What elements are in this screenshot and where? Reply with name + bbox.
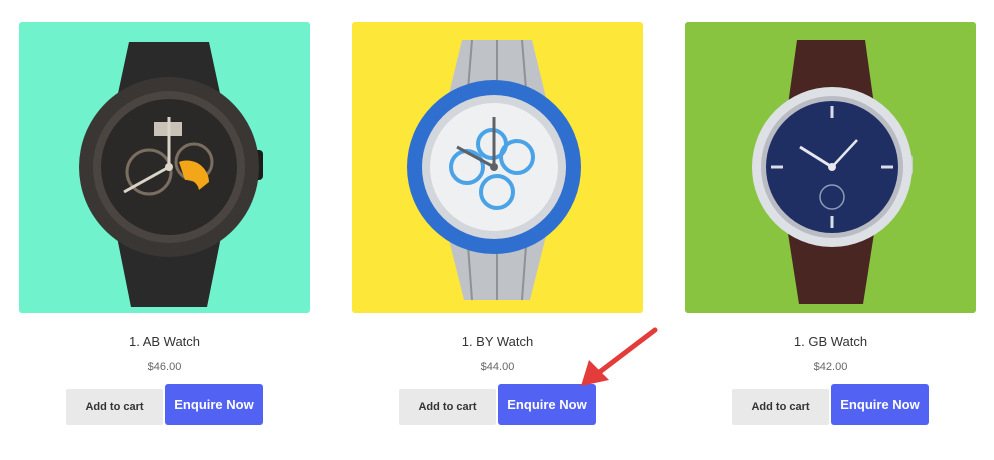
product-title[interactable]: 1. AB Watch [19,334,310,350]
product-card-gb-watch: 1. GB Watch $42.00 Add to cart Enquire N… [685,22,976,425]
annotation-arrow-icon [581,327,658,386]
black-chronograph-watch-icon [79,42,263,307]
product-grid: 1. AB Watch $46.00 Add to cart Enquire N… [0,0,994,460]
product-card-ab-watch: 1. AB Watch $46.00 Add to cart Enquire N… [19,22,310,425]
blue-dial-leather-watch-icon [752,40,913,304]
product-actions: Add to cart Enquire Now [685,384,976,425]
product-image[interactable] [19,22,310,313]
product-actions: Add to cart Enquire Now [19,384,310,425]
enquire-now-button[interactable]: Enquire Now [831,384,929,425]
product-image[interactable] [352,22,643,313]
add-to-cart-button[interactable]: Add to cart [399,389,496,425]
product-title[interactable]: 1. GB Watch [685,334,976,350]
silver-blue-chronograph-watch-icon [407,39,581,301]
add-to-cart-button[interactable]: Add to cart [66,389,163,425]
product-price: $42.00 [813,361,848,373]
enquire-now-button[interactable]: Enquire Now [165,384,263,425]
product-price: $46.00 [147,361,182,373]
add-to-cart-button[interactable]: Add to cart [732,389,829,425]
product-actions: Add to cart Enquire Now [352,384,643,425]
product-image[interactable] [685,22,976,313]
